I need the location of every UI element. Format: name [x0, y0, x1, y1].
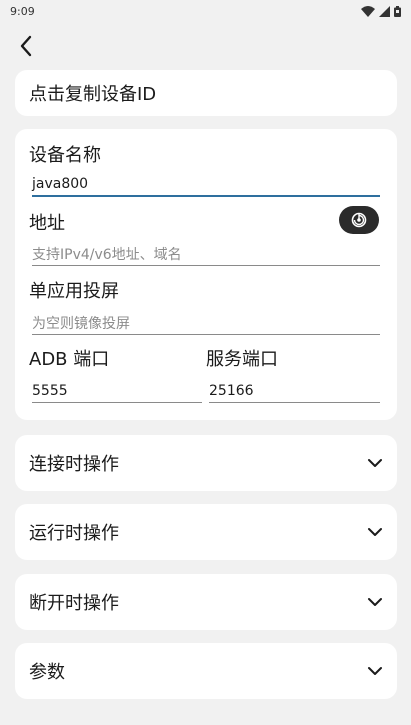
single-app-label: 单应用投屏 [29, 281, 119, 302]
section-on-disconnect[interactable]: 断开时操作 [15, 574, 397, 630]
device-name-label: 设备名称 [29, 145, 101, 166]
copy-device-id-label: 点击复制设备ID [29, 84, 157, 105]
scan-icon [351, 212, 367, 228]
status-icons [361, 5, 401, 17]
adb-port-input[interactable]: 5555 [32, 379, 202, 403]
section-on-connect-label: 连接时操作 [29, 454, 119, 475]
section-while-running-label: 运行时操作 [29, 523, 119, 544]
chevron-down-icon [368, 598, 382, 606]
back-button[interactable] [12, 32, 40, 60]
section-on-connect[interactable]: 连接时操作 [15, 435, 397, 491]
device-settings-card: 设备名称 java800 地址 支持IPv4/v6地址、域名 单应用投屏 为空则… [15, 129, 397, 420]
single-app-input[interactable]: 为空则镜像投屏 [32, 311, 380, 335]
scan-button[interactable] [339, 206, 379, 234]
signal-icon [379, 5, 390, 17]
address-placeholder: 支持IPv4/v6地址、域名 [32, 246, 182, 263]
service-port-label: 服务端口 [206, 349, 278, 370]
address-input[interactable]: 支持IPv4/v6地址、域名 [32, 242, 380, 266]
chevron-down-icon [368, 667, 382, 675]
status-time: 9:09 [10, 4, 35, 18]
address-label: 地址 [29, 213, 65, 234]
chevron-down-icon [368, 528, 382, 536]
adb-port-value: 5555 [32, 382, 68, 399]
arrow-back-icon [20, 35, 32, 57]
adb-port-label: ADB 端口 [29, 349, 110, 370]
copy-device-id-button[interactable]: 点击复制设备ID [15, 70, 397, 116]
section-parameters[interactable]: 参数 [15, 643, 397, 699]
service-port-value: 25166 [209, 382, 254, 399]
section-on-disconnect-label: 断开时操作 [29, 593, 119, 614]
device-name-value: java800 [32, 176, 89, 192]
battery-icon [394, 5, 401, 17]
service-port-input[interactable]: 25166 [209, 379, 380, 403]
chevron-down-icon [368, 459, 382, 467]
status-bar: 9:09 [0, 0, 411, 22]
wifi-icon [361, 5, 375, 17]
device-name-input[interactable]: java800 [32, 173, 380, 197]
section-parameters-label: 参数 [29, 662, 65, 683]
section-while-running[interactable]: 运行时操作 [15, 504, 397, 560]
single-app-placeholder: 为空则镜像投屏 [32, 315, 130, 332]
